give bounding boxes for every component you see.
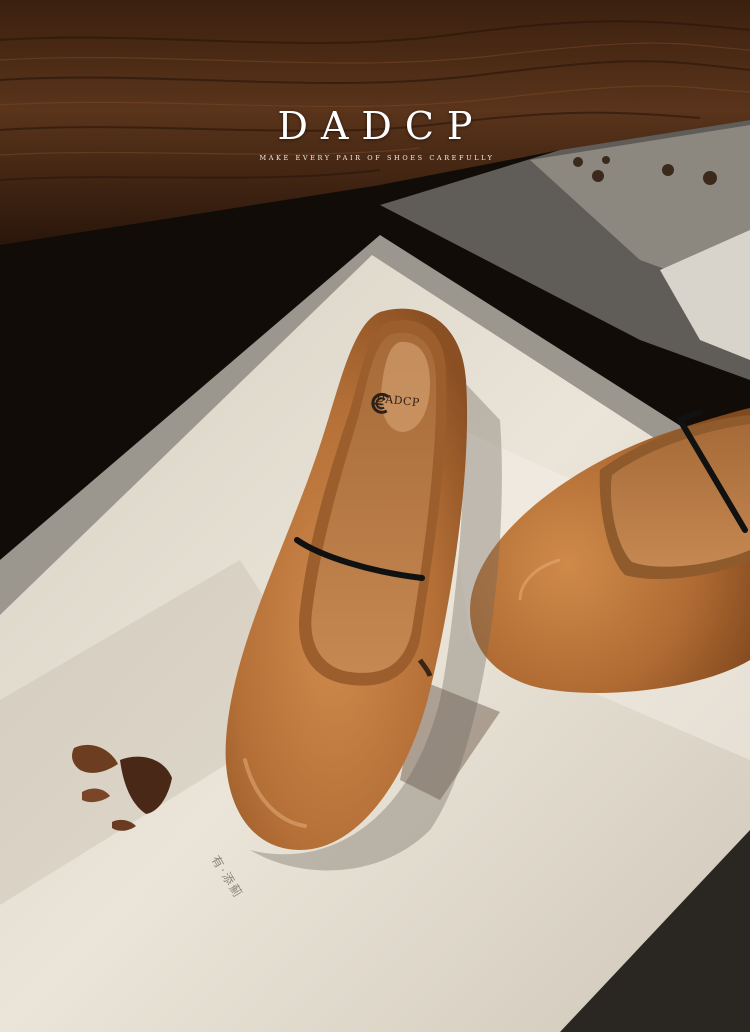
brand-header: DADCP MAKE EVERY PAIR OF SHOES CAREFULLY xyxy=(0,104,750,162)
product-photo: DADCP MAKE EVERY PAIR OF SHOES CAREFULLY… xyxy=(0,0,750,1032)
brand-tagline: MAKE EVERY PAIR OF SHOES CAREFULLY xyxy=(259,154,495,162)
brand-c-icon xyxy=(371,392,390,414)
brand-logo-text: DADCP xyxy=(277,104,486,148)
